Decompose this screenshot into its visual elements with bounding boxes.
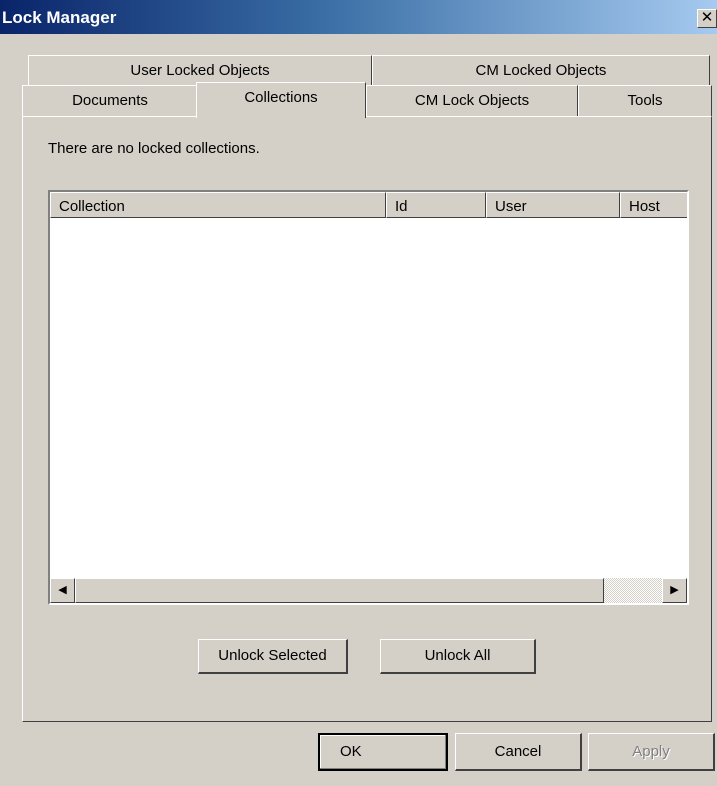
tab-collections[interactable]: Collections (196, 82, 366, 118)
collections-list[interactable]: Collection Id User Host ◀ ▶ (48, 190, 689, 605)
horizontal-scrollbar[interactable]: ◀ ▶ (50, 578, 687, 603)
tab-cm-lock-objects[interactable]: CM Lock Objects (366, 85, 578, 117)
unlock-selected-button[interactable]: Unlock Selected (198, 639, 348, 674)
tab-tools[interactable]: Tools (578, 85, 712, 117)
tab-cm-locked-objects[interactable]: CM Locked Objects (372, 55, 710, 85)
status-message: There are no locked collections. (48, 140, 260, 157)
tab-label: CM Locked Objects (475, 62, 607, 79)
button-label: Unlock Selected (218, 647, 327, 664)
close-icon: ✕ (700, 9, 714, 26)
arrow-left-icon: ◀ (58, 584, 67, 596)
title-bar: Lock Manager ✕ (0, 0, 717, 34)
unlock-all-button[interactable]: Unlock All (380, 639, 536, 674)
tab-user-locked-objects[interactable]: User Locked Objects (28, 55, 372, 85)
column-header-id[interactable]: Id (386, 192, 486, 218)
window-title: Lock Manager (2, 8, 117, 27)
close-button[interactable]: ✕ (697, 9, 717, 28)
scroll-left-button[interactable]: ◀ (50, 578, 75, 603)
button-label: Unlock All (424, 647, 491, 664)
tab-label: Documents (72, 92, 148, 109)
scrollbar-track[interactable] (604, 578, 662, 603)
button-label: Apply (632, 743, 670, 760)
column-header-user[interactable]: User (486, 192, 620, 218)
button-label: OK (340, 743, 362, 760)
tab-label: Tools (627, 92, 663, 109)
ok-button[interactable]: OK (318, 733, 448, 771)
tab-documents[interactable]: Documents (22, 85, 198, 117)
column-header-host[interactable]: Host (620, 192, 687, 218)
button-label: Cancel (494, 743, 542, 760)
cancel-button[interactable]: Cancel (455, 733, 582, 771)
tab-label: Collections (244, 89, 318, 106)
scrollbar-thumb[interactable] (75, 578, 604, 603)
apply-button: Apply (588, 733, 715, 771)
column-header-collection[interactable]: Collection (50, 192, 386, 218)
tab-label: User Locked Objects (130, 62, 270, 79)
scroll-right-button[interactable]: ▶ (662, 578, 687, 603)
arrow-right-icon: ▶ (670, 584, 679, 596)
tab-label: CM Lock Objects (414, 92, 530, 109)
